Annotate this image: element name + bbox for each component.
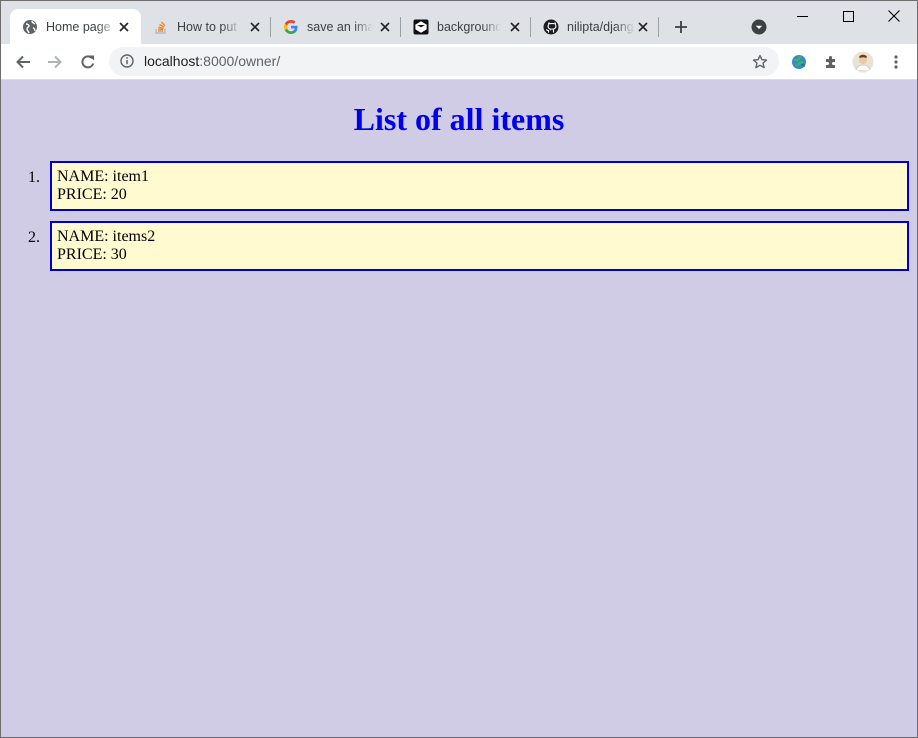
close-tab-icon[interactable] — [635, 19, 651, 35]
tab-how-to-put[interactable]: How to put c — [141, 9, 270, 44]
stackoverflow-icon — [153, 19, 169, 35]
info-icon[interactable] — [119, 53, 135, 69]
github-icon — [543, 19, 559, 35]
close-tab-icon[interactable] — [247, 19, 263, 35]
tab-title: nilipta/djang — [567, 20, 634, 34]
url-text[interactable]: localhost:8000/owner/ — [144, 47, 280, 76]
google-icon — [283, 19, 299, 35]
profile-avatar[interactable] — [849, 48, 877, 76]
extension-globe-icon[interactable] — [785, 48, 813, 76]
tab-title: Home page — [46, 20, 111, 34]
bookmark-star-icon[interactable] — [751, 53, 769, 71]
menu-kebab-icon[interactable] — [882, 48, 910, 76]
new-tab-button[interactable] — [669, 15, 693, 39]
tab-home-page[interactable]: Home page — [10, 9, 141, 44]
close-window-button[interactable] — [871, 1, 917, 31]
tab-save-an-image[interactable]: save an imag — [271, 9, 400, 44]
tab-background[interactable]: background — [401, 9, 530, 44]
tab-separator — [658, 17, 659, 37]
reload-button[interactable] — [74, 48, 102, 76]
page-heading: List of all items — [353, 101, 565, 137]
browser-toolbar: localhost:8000/owner/ — [1, 44, 917, 80]
extensions-puzzle-icon[interactable] — [817, 48, 845, 76]
tab-title: background — [437, 20, 501, 34]
page-content: List of all items 1. NAME: item1 PRICE: … — [1, 81, 917, 737]
url-host: localhost — [144, 53, 200, 69]
item-price: PRICE: 20 — [57, 186, 127, 203]
tab-title: How to put c — [177, 20, 241, 34]
globe-icon — [22, 19, 38, 35]
tab-search-button[interactable] — [749, 17, 769, 37]
list-item: 1. NAME: item1 PRICE: 20 — [28, 161, 909, 211]
browser-window: Home page How to put c save an im backgr… — [0, 0, 918, 738]
tab-strip: Home page How to put c save an im backgr… — [1, 1, 917, 44]
forward-button[interactable] — [41, 48, 69, 76]
item-name: NAME: item1 — [57, 168, 149, 185]
back-button[interactable] — [9, 48, 37, 76]
list-item-number: 1. — [28, 169, 40, 186]
item-price: PRICE: 30 — [57, 246, 127, 263]
list-item-number: 2. — [28, 229, 40, 246]
tab-github[interactable]: nilipta/djang — [531, 9, 658, 44]
codepen-icon — [413, 19, 429, 35]
minimize-button[interactable] — [779, 1, 825, 31]
item-name: NAME: items2 — [57, 228, 156, 245]
item-box: NAME: item1 PRICE: 20 — [50, 161, 909, 211]
close-tab-icon[interactable] — [507, 19, 523, 35]
tab-title: save an imag — [307, 20, 373, 34]
close-tab-icon[interactable] — [116, 19, 132, 35]
address-bar[interactable]: localhost:8000/owner/ — [109, 47, 779, 76]
url-path: :8000/owner/ — [199, 53, 281, 69]
items-list: 1. NAME: item1 PRICE: 20 2. NAME: items2… — [28, 161, 909, 281]
close-tab-icon[interactable] — [377, 19, 393, 35]
item-box: NAME: items2 PRICE: 30 — [50, 221, 909, 271]
list-item: 2. NAME: items2 PRICE: 30 — [28, 221, 909, 271]
maximize-button[interactable] — [825, 1, 871, 31]
